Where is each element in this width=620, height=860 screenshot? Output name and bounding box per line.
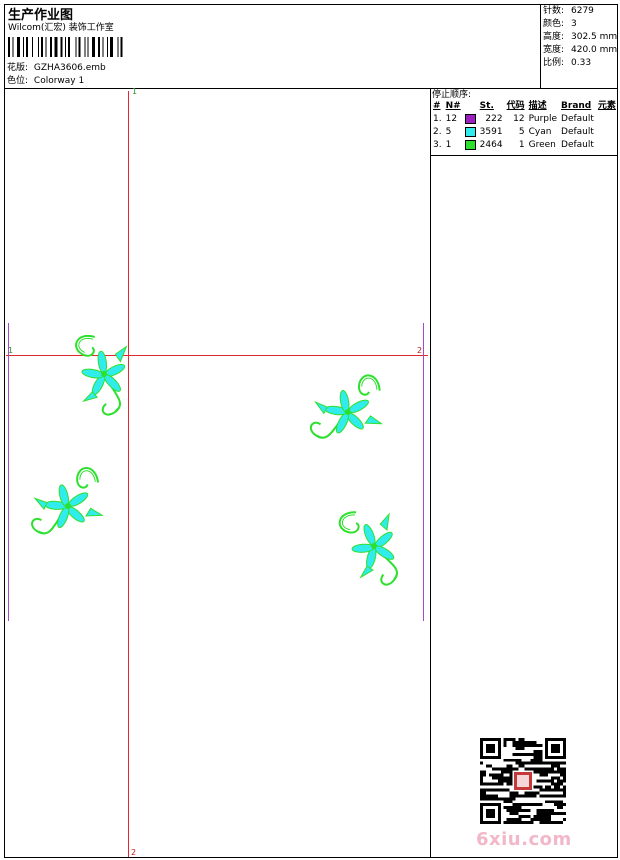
- table-header: # N# St. 代码 描述 Brand 元素: [433, 101, 616, 111]
- colorway-label: 色位:: [7, 76, 29, 86]
- embroidery-design: [19, 329, 415, 594]
- spec-divider: [540, 4, 541, 88]
- spec-row: 针数: 6279: [543, 6, 594, 16]
- spec-row: 颜色: 3: [543, 19, 577, 29]
- company-name: Wilcom(汇宏) 装饰工作室: [8, 23, 114, 33]
- color-swatch: [464, 113, 476, 124]
- flower-motif: [299, 370, 397, 456]
- stop-table-divider: [430, 155, 618, 156]
- stop-sequence-table: # N# St. 代码 描述 Brand 元素 1. 12 222 12 Pur…: [431, 100, 618, 152]
- design-label: 花版:: [7, 63, 29, 73]
- header-divider: [4, 88, 618, 89]
- spec-row: 高度: 302.5 mm: [543, 32, 618, 42]
- flower-motif: [19, 463, 117, 551]
- spec-row: 宽度: 420.0 mm: [543, 45, 618, 55]
- flower-motif: [335, 498, 415, 594]
- page-title: 生产作业图: [8, 8, 74, 23]
- colorway-line: 色位: Colorway 1: [7, 76, 84, 87]
- barcode: [8, 37, 123, 57]
- panel-divider: [430, 88, 431, 858]
- colorway-value: Colorway 1: [33, 76, 85, 86]
- watermark-logo: 6xiu.com: [476, 829, 572, 850]
- design-value: GZHA3606.emb: [33, 63, 106, 73]
- flower-motif: [73, 329, 137, 419]
- spec-row: 比例: 0.33: [543, 58, 592, 68]
- color-swatch: [464, 126, 476, 137]
- design-line: 花版: GZHA3606.emb: [7, 63, 106, 74]
- marker-bottom: 2: [131, 848, 137, 857]
- qr-code: [480, 738, 566, 824]
- table-row: 1. 12 222 12 Purple Default: [433, 113, 594, 124]
- color-swatch: [464, 139, 476, 150]
- table-row: 3. 1 2464 1 Green Default: [433, 139, 594, 150]
- marker-top: 1: [132, 87, 138, 96]
- table-row: 2. 5 3591 5 Cyan Default: [433, 126, 594, 137]
- spec-list: 针数: 6279 颜色: 3 高度: 302.5 mm 宽度: 420.0 mm 比例:…: [543, 5, 617, 70]
